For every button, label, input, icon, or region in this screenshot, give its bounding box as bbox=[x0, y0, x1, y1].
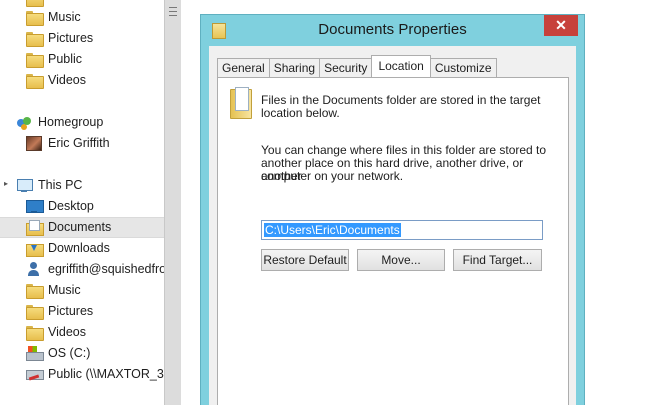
path-text: C:\Users\Eric\Documents bbox=[264, 223, 401, 237]
computer-icon bbox=[16, 178, 33, 193]
nav-item-os-drive[interactable]: OS (C:) bbox=[0, 343, 164, 364]
user-avatar-icon bbox=[26, 136, 42, 151]
nav-item-music[interactable]: Music bbox=[0, 7, 164, 28]
nav-item-label: Music bbox=[48, 283, 81, 297]
dialog-client-area: General Sharing Security Location Custom… bbox=[209, 46, 576, 405]
tab-sharing[interactable]: Sharing bbox=[268, 58, 321, 77]
description-line-2: location below. bbox=[261, 106, 340, 120]
documents-icon bbox=[26, 220, 44, 236]
documents-folder-icon bbox=[230, 87, 252, 119]
nav-item-label: Pictures bbox=[48, 31, 94, 45]
drive-icon bbox=[26, 346, 44, 361]
target-path-input[interactable]: C:\Users\Eric\Documents bbox=[261, 220, 543, 240]
find-target-button[interactable]: Find Target... bbox=[453, 249, 542, 271]
nav-item-label: Pictures bbox=[48, 304, 94, 318]
info-line-3: computer on your network. bbox=[261, 169, 404, 183]
restore-default-button[interactable]: Restore Default bbox=[261, 249, 349, 271]
nav-item-documents[interactable]: Documents bbox=[0, 217, 164, 238]
nav-item-public-network[interactable]: Public (\\MAXTOR_30 bbox=[0, 364, 164, 385]
dialog-title: Documents Properties bbox=[318, 21, 467, 38]
navigation-pane: Music Pictures Public Videos Homegroup E… bbox=[0, 0, 164, 405]
move-button[interactable]: Move... bbox=[357, 249, 445, 271]
homegroup-icon bbox=[16, 115, 32, 130]
nav-item-label: Videos bbox=[48, 325, 86, 339]
music-folder-icon bbox=[26, 283, 44, 299]
nav-item-label: Videos bbox=[48, 73, 86, 87]
nav-item-label: Downloads bbox=[48, 241, 110, 255]
nav-item-desktop[interactable]: Desktop bbox=[0, 196, 164, 217]
nav-item-this-pc[interactable]: This PC bbox=[0, 175, 164, 196]
nav-item-homegroup[interactable]: Homegroup bbox=[0, 112, 164, 133]
pane-splitter[interactable] bbox=[164, 0, 181, 405]
downloads-icon bbox=[26, 241, 44, 257]
tab-security[interactable]: Security bbox=[319, 58, 373, 77]
nav-item-videos-pc[interactable]: Videos bbox=[0, 322, 164, 343]
nav-item-label: Music bbox=[48, 10, 81, 24]
nav-item-label: This PC bbox=[38, 178, 83, 192]
tab-customize[interactable]: Customize bbox=[429, 58, 497, 77]
nav-item-eric-griffith[interactable]: Eric Griffith bbox=[0, 133, 164, 154]
tab-strip: General Sharing Security Location Custom… bbox=[217, 55, 497, 77]
properties-dialog: Documents Properties ✕ General Sharing S… bbox=[200, 14, 585, 405]
nav-item-pictures-pc[interactable]: Pictures bbox=[0, 301, 164, 322]
nav-item-downloads[interactable]: Downloads bbox=[0, 238, 164, 259]
location-tab-panel: Files in the Documents folder are stored… bbox=[217, 77, 569, 405]
nav-item-pictures[interactable]: Pictures bbox=[0, 28, 164, 49]
videos-folder-icon bbox=[26, 73, 44, 89]
network-drive-icon bbox=[26, 367, 44, 382]
music-folder-icon bbox=[26, 10, 44, 26]
user-icon bbox=[26, 262, 42, 277]
nav-item-label: Eric Griffith bbox=[48, 136, 110, 150]
pictures-folder-icon bbox=[26, 304, 44, 320]
videos-folder-icon bbox=[26, 325, 44, 341]
public-folder-icon bbox=[26, 52, 44, 68]
grip-icon bbox=[169, 7, 177, 16]
folder-icon bbox=[26, 0, 44, 7]
nav-item-label: Homegroup bbox=[38, 115, 104, 129]
tab-general[interactable]: General bbox=[217, 58, 270, 77]
close-button[interactable]: ✕ bbox=[544, 15, 578, 36]
nav-item-egriffith[interactable]: egriffith@squishedfro bbox=[0, 259, 164, 280]
nav-item-public[interactable]: Public bbox=[0, 49, 164, 70]
desktop-icon bbox=[26, 199, 44, 214]
pictures-folder-icon bbox=[26, 31, 44, 47]
nav-item-label: egriffith@squishedfro bbox=[48, 262, 164, 276]
nav-item-videos[interactable]: Videos bbox=[0, 70, 164, 91]
nav-item-label: Desktop bbox=[48, 199, 94, 213]
nav-item-music-pc[interactable]: Music bbox=[0, 280, 164, 301]
tab-location[interactable]: Location bbox=[371, 55, 431, 77]
nav-item-label: OS (C:) bbox=[48, 346, 91, 360]
dialog-titlebar[interactable]: Documents Properties ✕ bbox=[201, 15, 584, 45]
nav-item-label: Public (\\MAXTOR_30 bbox=[48, 367, 164, 381]
nav-item-label: Documents bbox=[48, 220, 112, 234]
nav-item-label: Public bbox=[48, 52, 83, 66]
